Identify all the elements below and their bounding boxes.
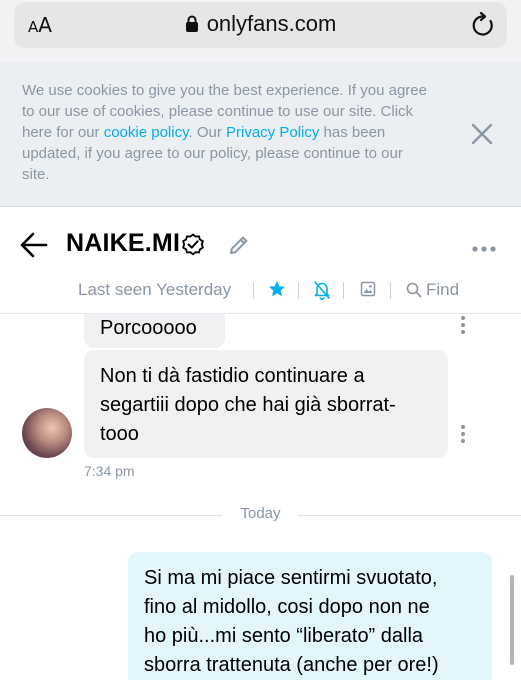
- message-line: Non ti dà fastidio continuare a: [100, 365, 365, 387]
- find-button[interactable]: Find: [426, 280, 459, 300]
- message-timestamp: 7:34 pm: [84, 463, 135, 479]
- more-icon[interactable]: [472, 240, 496, 258]
- address-bar[interactable]: AA onlyfans.com: [14, 2, 507, 48]
- divider: [253, 282, 254, 299]
- last-seen-status: Last seen Yesterday: [78, 280, 232, 299]
- message-options-icon[interactable]: [461, 425, 465, 446]
- star-icon[interactable]: [268, 280, 286, 303]
- verified-icon: [181, 233, 205, 262]
- cookie-banner-text: We use cookies to give you the best expe…: [22, 82, 427, 183]
- incoming-message[interactable]: Non ti dà fastidio continuare a segartii…: [84, 350, 448, 458]
- browser-toolbar: AA onlyfans.com: [0, 0, 521, 62]
- avatar[interactable]: [22, 408, 72, 458]
- contact-name[interactable]: NAIKE.MI: [66, 229, 180, 258]
- date-divider: Today: [240, 505, 281, 522]
- url-text: onlyfans.com: [206, 11, 337, 36]
- message-line: segartiii dopo che hai già sborrat-: [100, 394, 396, 416]
- lock-icon: [185, 13, 199, 39]
- message-line: sborra trattenuta (anche per ore!): [144, 654, 439, 676]
- outgoing-message[interactable]: Si ma mi piace sentirmi svuotato, fino a…: [128, 552, 492, 680]
- cookie-banner: We use cookies to give you the best expe…: [0, 62, 521, 207]
- image-icon[interactable]: [360, 280, 376, 303]
- message-options-icon[interactable]: [461, 316, 465, 337]
- privacy-policy-link[interactable]: Privacy Policy: [226, 124, 319, 141]
- message-line: tooo: [100, 423, 139, 445]
- divider: [390, 282, 391, 299]
- chat-subheader: Last seen Yesterday Find: [0, 277, 521, 303]
- chat-header: NAIKE.MI Last seen Yesterday Find: [0, 207, 521, 314]
- bell-off-icon[interactable]: [313, 280, 331, 305]
- back-arrow-icon[interactable]: [20, 232, 48, 263]
- message-line: fino al midollo, cosi dopo non ne: [144, 596, 430, 618]
- message-text: Porcooooo: [100, 317, 197, 339]
- message-line: Si ma mi piace sentirmi svuotato,: [144, 567, 438, 589]
- edit-pencil-icon[interactable]: [228, 234, 250, 261]
- incoming-message[interactable]: Porcooooo: [84, 314, 225, 348]
- close-icon[interactable]: [470, 122, 494, 146]
- message-line: ho più...mi sento “liberato” dalla: [144, 625, 424, 647]
- cookie-policy-link[interactable]: cookie policy: [104, 124, 189, 141]
- scrollbar[interactable]: [510, 575, 514, 665]
- divider: [298, 282, 299, 299]
- divider: [343, 282, 344, 299]
- search-icon[interactable]: [406, 282, 422, 303]
- reload-icon[interactable]: [471, 11, 495, 43]
- url-field[interactable]: onlyfans.com: [14, 11, 507, 39]
